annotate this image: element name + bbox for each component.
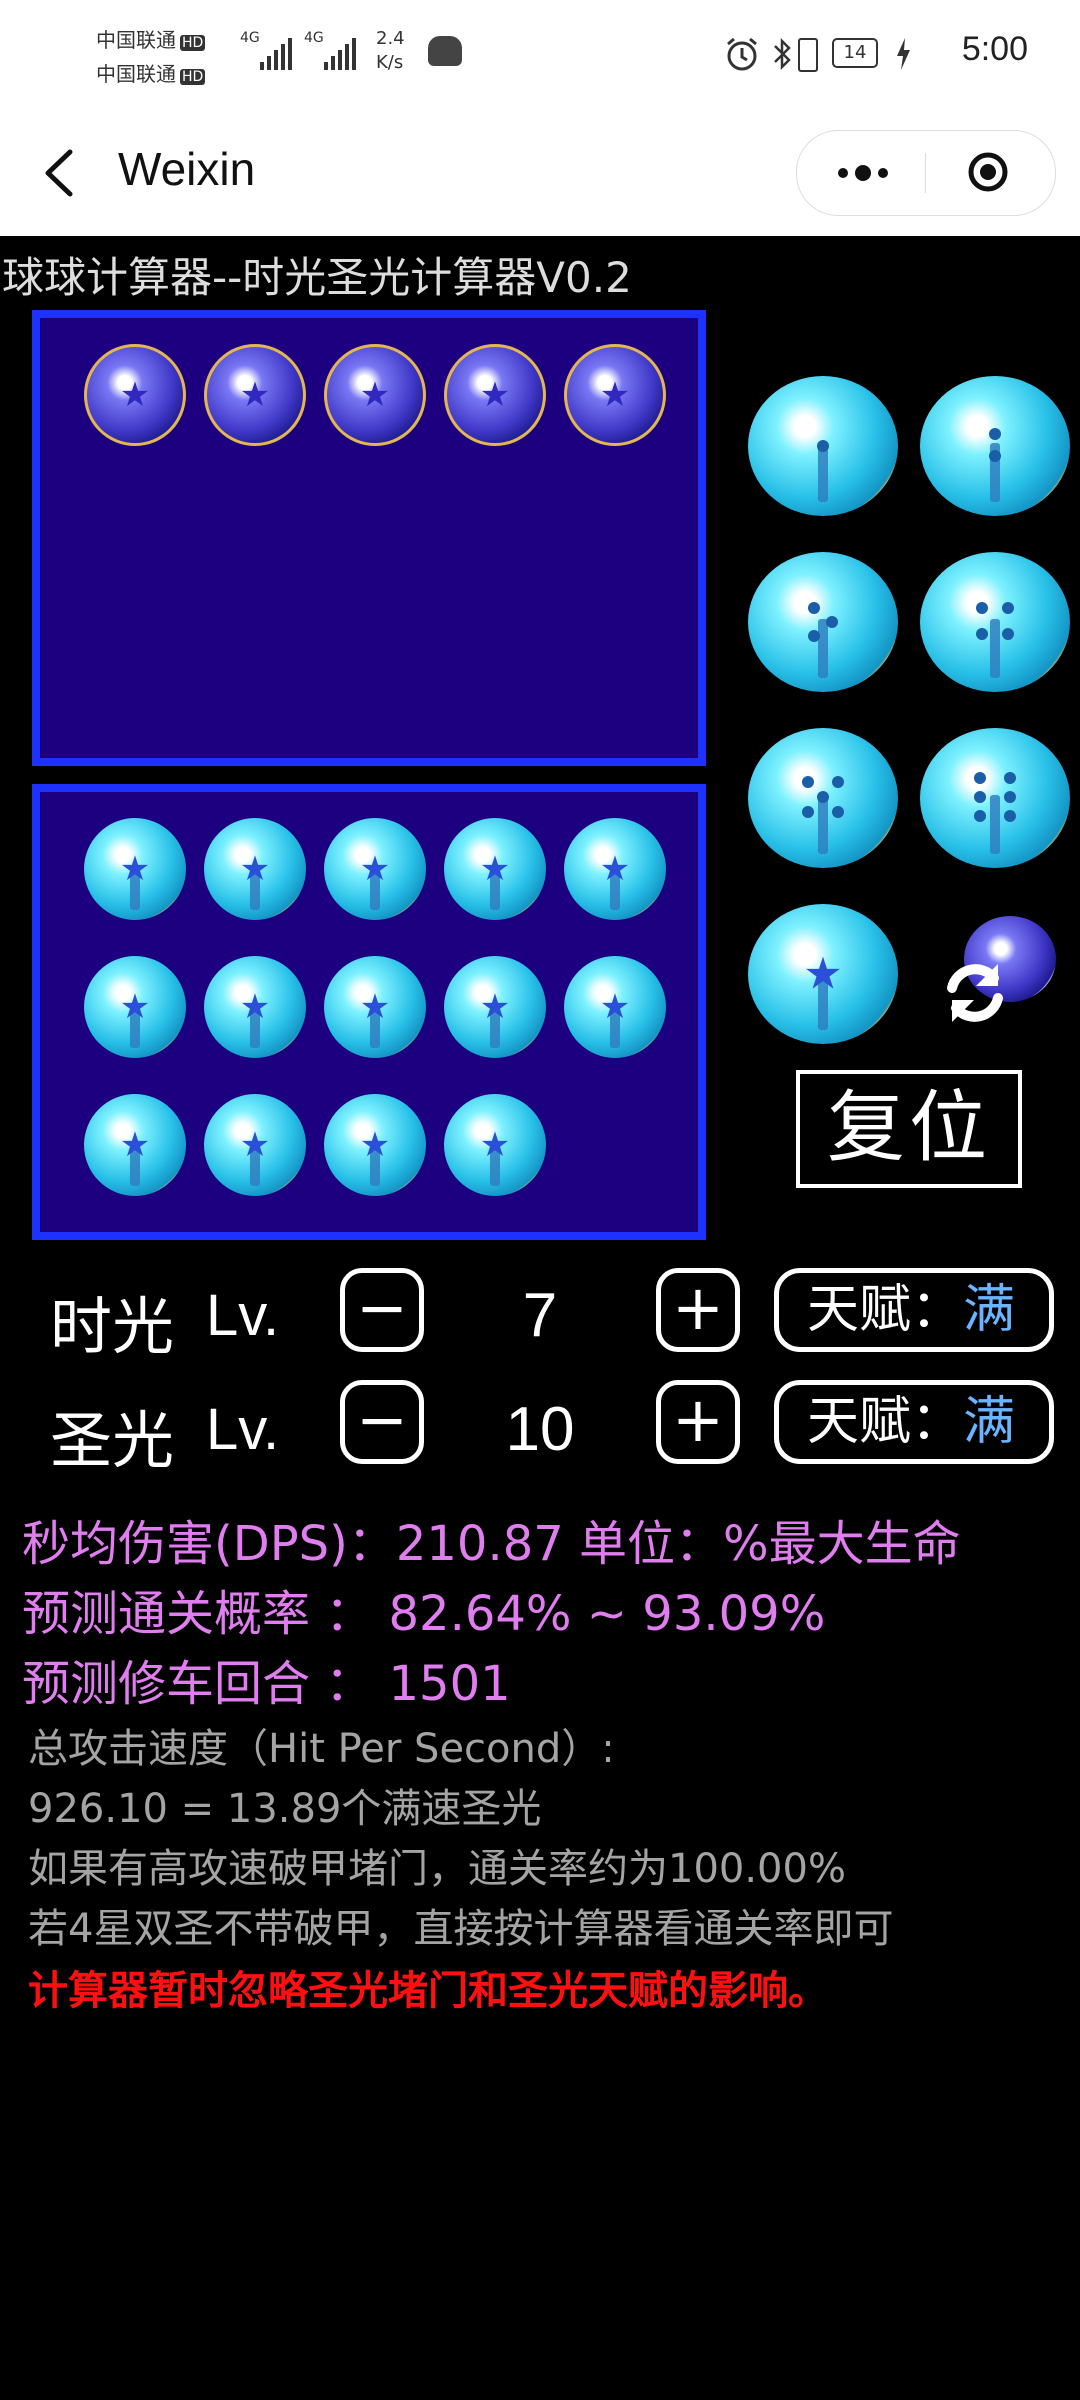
row2-plus-button[interactable]: + bbox=[656, 1380, 740, 1464]
palette-ball-5-pip[interactable] bbox=[748, 728, 898, 868]
network-2: 4G bbox=[304, 30, 324, 46]
bottom-board[interactable]: ★ ★ ★ ★ ★ ★ ★ ★ ★ ★ ★ ★ ★ ★ bbox=[32, 784, 706, 1240]
note-1: 如果有高攻速破甲堵门，通关率约为100.00% bbox=[28, 1846, 846, 1892]
hps-value: 926.10 = 13.89个满速圣光 bbox=[28, 1786, 542, 1832]
back-arrow-icon[interactable] bbox=[40, 148, 80, 198]
palette-ball-4-pip[interactable] bbox=[920, 552, 1070, 692]
dps-result: 秒均伤害(DPS)：210.87 单位：%最大生命 bbox=[22, 1516, 961, 1572]
row2-talent-value: 满 bbox=[963, 1392, 1016, 1452]
cyan-star-ball[interactable]: ★ bbox=[204, 1094, 306, 1196]
swap-refresh-icon[interactable] bbox=[940, 958, 1010, 1028]
row1-talent-label: 天赋： bbox=[807, 1280, 964, 1340]
purple-star-ball[interactable]: ★ bbox=[84, 344, 186, 446]
cyan-star-ball[interactable]: ★ bbox=[324, 1094, 426, 1196]
row2-label: 圣光 bbox=[50, 1404, 175, 1477]
cyan-star-ball[interactable]: ★ bbox=[444, 1094, 546, 1196]
cyan-star-ball[interactable]: ★ bbox=[444, 956, 546, 1058]
row1-talent-button[interactable]: 天赋：满 bbox=[774, 1268, 1054, 1352]
hps-title: 总攻击速度（Hit Per Second）: bbox=[28, 1726, 615, 1772]
palette-ball-6-pip[interactable] bbox=[920, 728, 1070, 868]
row1-level-value: 7 bbox=[522, 1281, 558, 1350]
cyan-star-ball[interactable]: ★ bbox=[444, 818, 546, 920]
net-speed-unit: K/s bbox=[376, 52, 404, 73]
net-speed-value: 2.4 bbox=[376, 28, 405, 49]
close-miniprogram-icon[interactable] bbox=[967, 151, 1009, 193]
nav-title: Weixin bbox=[118, 143, 256, 195]
app-notification-icon bbox=[428, 36, 462, 66]
cyan-star-ball[interactable]: ★ bbox=[324, 956, 426, 1058]
reset-button[interactable]: 复位 bbox=[796, 1070, 1022, 1188]
charging-icon bbox=[897, 38, 910, 70]
cyan-star-ball[interactable]: ★ bbox=[564, 818, 666, 920]
alarm-icon bbox=[727, 37, 757, 71]
row2-talent-label: 天赋： bbox=[807, 1392, 964, 1452]
clear-rate-result: 预测通关概率 ： 82.64% ~ 93.09% bbox=[22, 1586, 826, 1642]
purple-star-ball[interactable]: ★ bbox=[204, 344, 306, 446]
signal-icon bbox=[260, 38, 292, 70]
carrier-1: 中国联通 HD bbox=[96, 28, 206, 52]
capsule-divider bbox=[925, 153, 926, 193]
miniprogram-capsule bbox=[796, 130, 1056, 216]
row2-lv-label: Lv. bbox=[206, 1397, 280, 1462]
row2-minus-button[interactable]: − bbox=[340, 1380, 424, 1464]
bluetooth-icon bbox=[774, 37, 791, 71]
row1-minus-button[interactable]: − bbox=[340, 1268, 424, 1352]
cyan-star-ball[interactable]: ★ bbox=[84, 956, 186, 1058]
battery-icon: 14 bbox=[832, 38, 878, 68]
row1-lv-label: Lv. bbox=[206, 1283, 280, 1348]
palette-ball-1-pip[interactable] bbox=[748, 376, 898, 516]
purple-star-ball[interactable]: ★ bbox=[324, 344, 426, 446]
row1-talent-value: 满 bbox=[963, 1280, 1016, 1340]
cyan-star-ball[interactable]: ★ bbox=[324, 818, 426, 920]
palette-ball-3-pip[interactable] bbox=[748, 552, 898, 692]
app-title: 球球计算器--时光圣光计算器V0.2 bbox=[2, 253, 632, 302]
palette-ball-2-pip[interactable] bbox=[920, 376, 1070, 516]
status-bar: 中国联通 HD 中国联通 HD 4G 4G 2.4 K/s 14 5:00 bbox=[0, 0, 1080, 110]
row2-talent-button[interactable]: 天赋：满 bbox=[774, 1380, 1054, 1464]
cyan-star-ball[interactable]: ★ bbox=[84, 1094, 186, 1196]
purple-star-ball[interactable]: ★ bbox=[444, 344, 546, 446]
signal-icon-2 bbox=[324, 38, 356, 70]
cyan-star-ball[interactable]: ★ bbox=[204, 818, 306, 920]
cyan-star-ball[interactable]: ★ bbox=[564, 956, 666, 1058]
repair-round-result: 预测修车回合 ： 1501 bbox=[22, 1656, 511, 1712]
top-board[interactable]: ★ ★ ★ ★ ★ bbox=[32, 310, 706, 766]
vibrate-icon bbox=[798, 38, 818, 72]
cyan-star-ball[interactable]: ★ bbox=[204, 956, 306, 1058]
clock: 5:00 bbox=[961, 30, 1028, 68]
warning-note: 计算器暂时忽略圣光堵门和圣光天赋的影响。 bbox=[28, 1968, 828, 2014]
carrier-2: 中国联通 HD bbox=[96, 62, 206, 86]
more-icon[interactable] bbox=[833, 161, 893, 185]
purple-star-ball[interactable]: ★ bbox=[564, 344, 666, 446]
palette-ball-star[interactable]: ★ bbox=[748, 904, 898, 1044]
row1-plus-button[interactable]: + bbox=[656, 1268, 740, 1352]
row1-label: 时光 bbox=[50, 1290, 175, 1363]
note-2: 若4星双圣不带破甲，直接按计算器看通关率即可 bbox=[28, 1906, 894, 1952]
cyan-star-ball[interactable]: ★ bbox=[84, 818, 186, 920]
network-1: 4G bbox=[240, 30, 260, 46]
row2-level-value: 10 bbox=[505, 1395, 575, 1464]
